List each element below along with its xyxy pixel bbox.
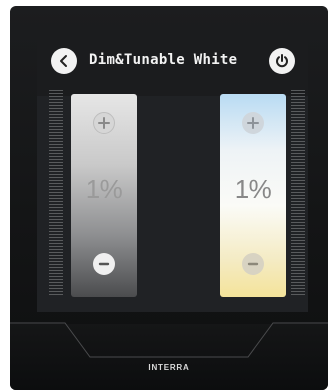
power-icon	[276, 54, 288, 68]
dim-increase-button[interactable]	[93, 112, 115, 134]
minus-icon	[247, 262, 259, 266]
page-title: Dim&Tunable White	[89, 52, 238, 68]
plus-icon	[247, 117, 259, 129]
touch-screen: Dim&Tunable White 1% 1%	[37, 32, 308, 312]
dim-value: 1%	[85, 174, 123, 204]
tunable-level-scale	[291, 90, 305, 296]
tunable-increase-button[interactable]	[242, 112, 264, 134]
tunable-white-slider[interactable]: 1%	[220, 94, 286, 297]
power-button[interactable]	[269, 48, 295, 74]
dim-decrease-button[interactable]	[93, 253, 115, 275]
dim-level-scale	[49, 90, 63, 296]
smart-panel-device: Dim&Tunable White 1% 1% INTERRA	[10, 6, 328, 390]
brand-logo: INTERRA	[148, 363, 190, 372]
tunable-white-value: 1%	[234, 174, 272, 204]
plus-icon	[98, 117, 110, 129]
tunable-decrease-button[interactable]	[242, 253, 264, 275]
minus-icon	[98, 262, 110, 266]
device-bevel-line	[10, 322, 328, 358]
chevron-left-icon	[60, 55, 67, 67]
dim-slider[interactable]: 1%	[71, 94, 137, 297]
back-button[interactable]	[51, 48, 77, 74]
